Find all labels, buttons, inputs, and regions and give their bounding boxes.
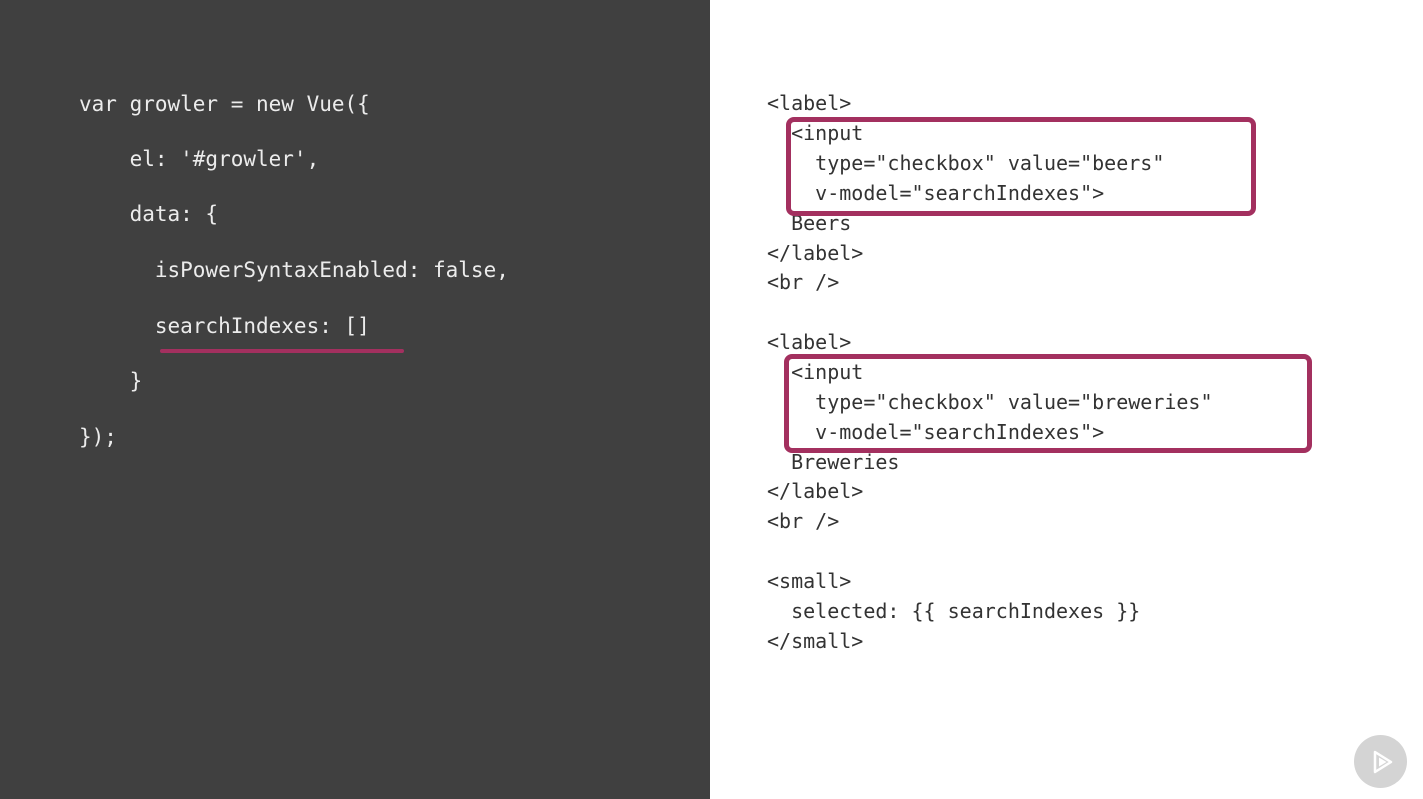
breweries-input-highlight: [784, 354, 1312, 453]
js-line-el: el: '#growler',: [79, 147, 320, 171]
html-line: selected: {{ searchIndexes }}: [767, 599, 1141, 623]
html-line: <label>: [767, 91, 852, 115]
slide: var growler = new Vue({ el: '#growler', …: [0, 0, 1423, 799]
html-line: </label>: [767, 241, 864, 265]
js-line-close-data: }: [79, 369, 143, 393]
search-indexes-underline: [160, 349, 404, 353]
play-logo-icon: [1354, 735, 1407, 788]
html-line: </label>: [767, 479, 864, 503]
js-line-vue-instance: var growler = new Vue({: [79, 92, 370, 116]
html-line: </small>: [767, 629, 864, 653]
html-line: <br />: [767, 270, 840, 294]
js-line-data: data: {: [79, 202, 219, 226]
html-line: <label>: [767, 330, 852, 354]
js-line-search-indexes: searchIndexes: []: [79, 314, 370, 338]
html-line: <small>: [767, 569, 852, 593]
play-triangle-icon: [1373, 750, 1392, 773]
beers-input-highlight: [786, 117, 1256, 216]
js-line-power-syntax: isPowerSyntaxEnabled: false,: [79, 258, 509, 282]
js-code-panel: [0, 0, 710, 799]
html-line: <br />: [767, 509, 840, 533]
js-line-close-vue: });: [79, 425, 117, 449]
